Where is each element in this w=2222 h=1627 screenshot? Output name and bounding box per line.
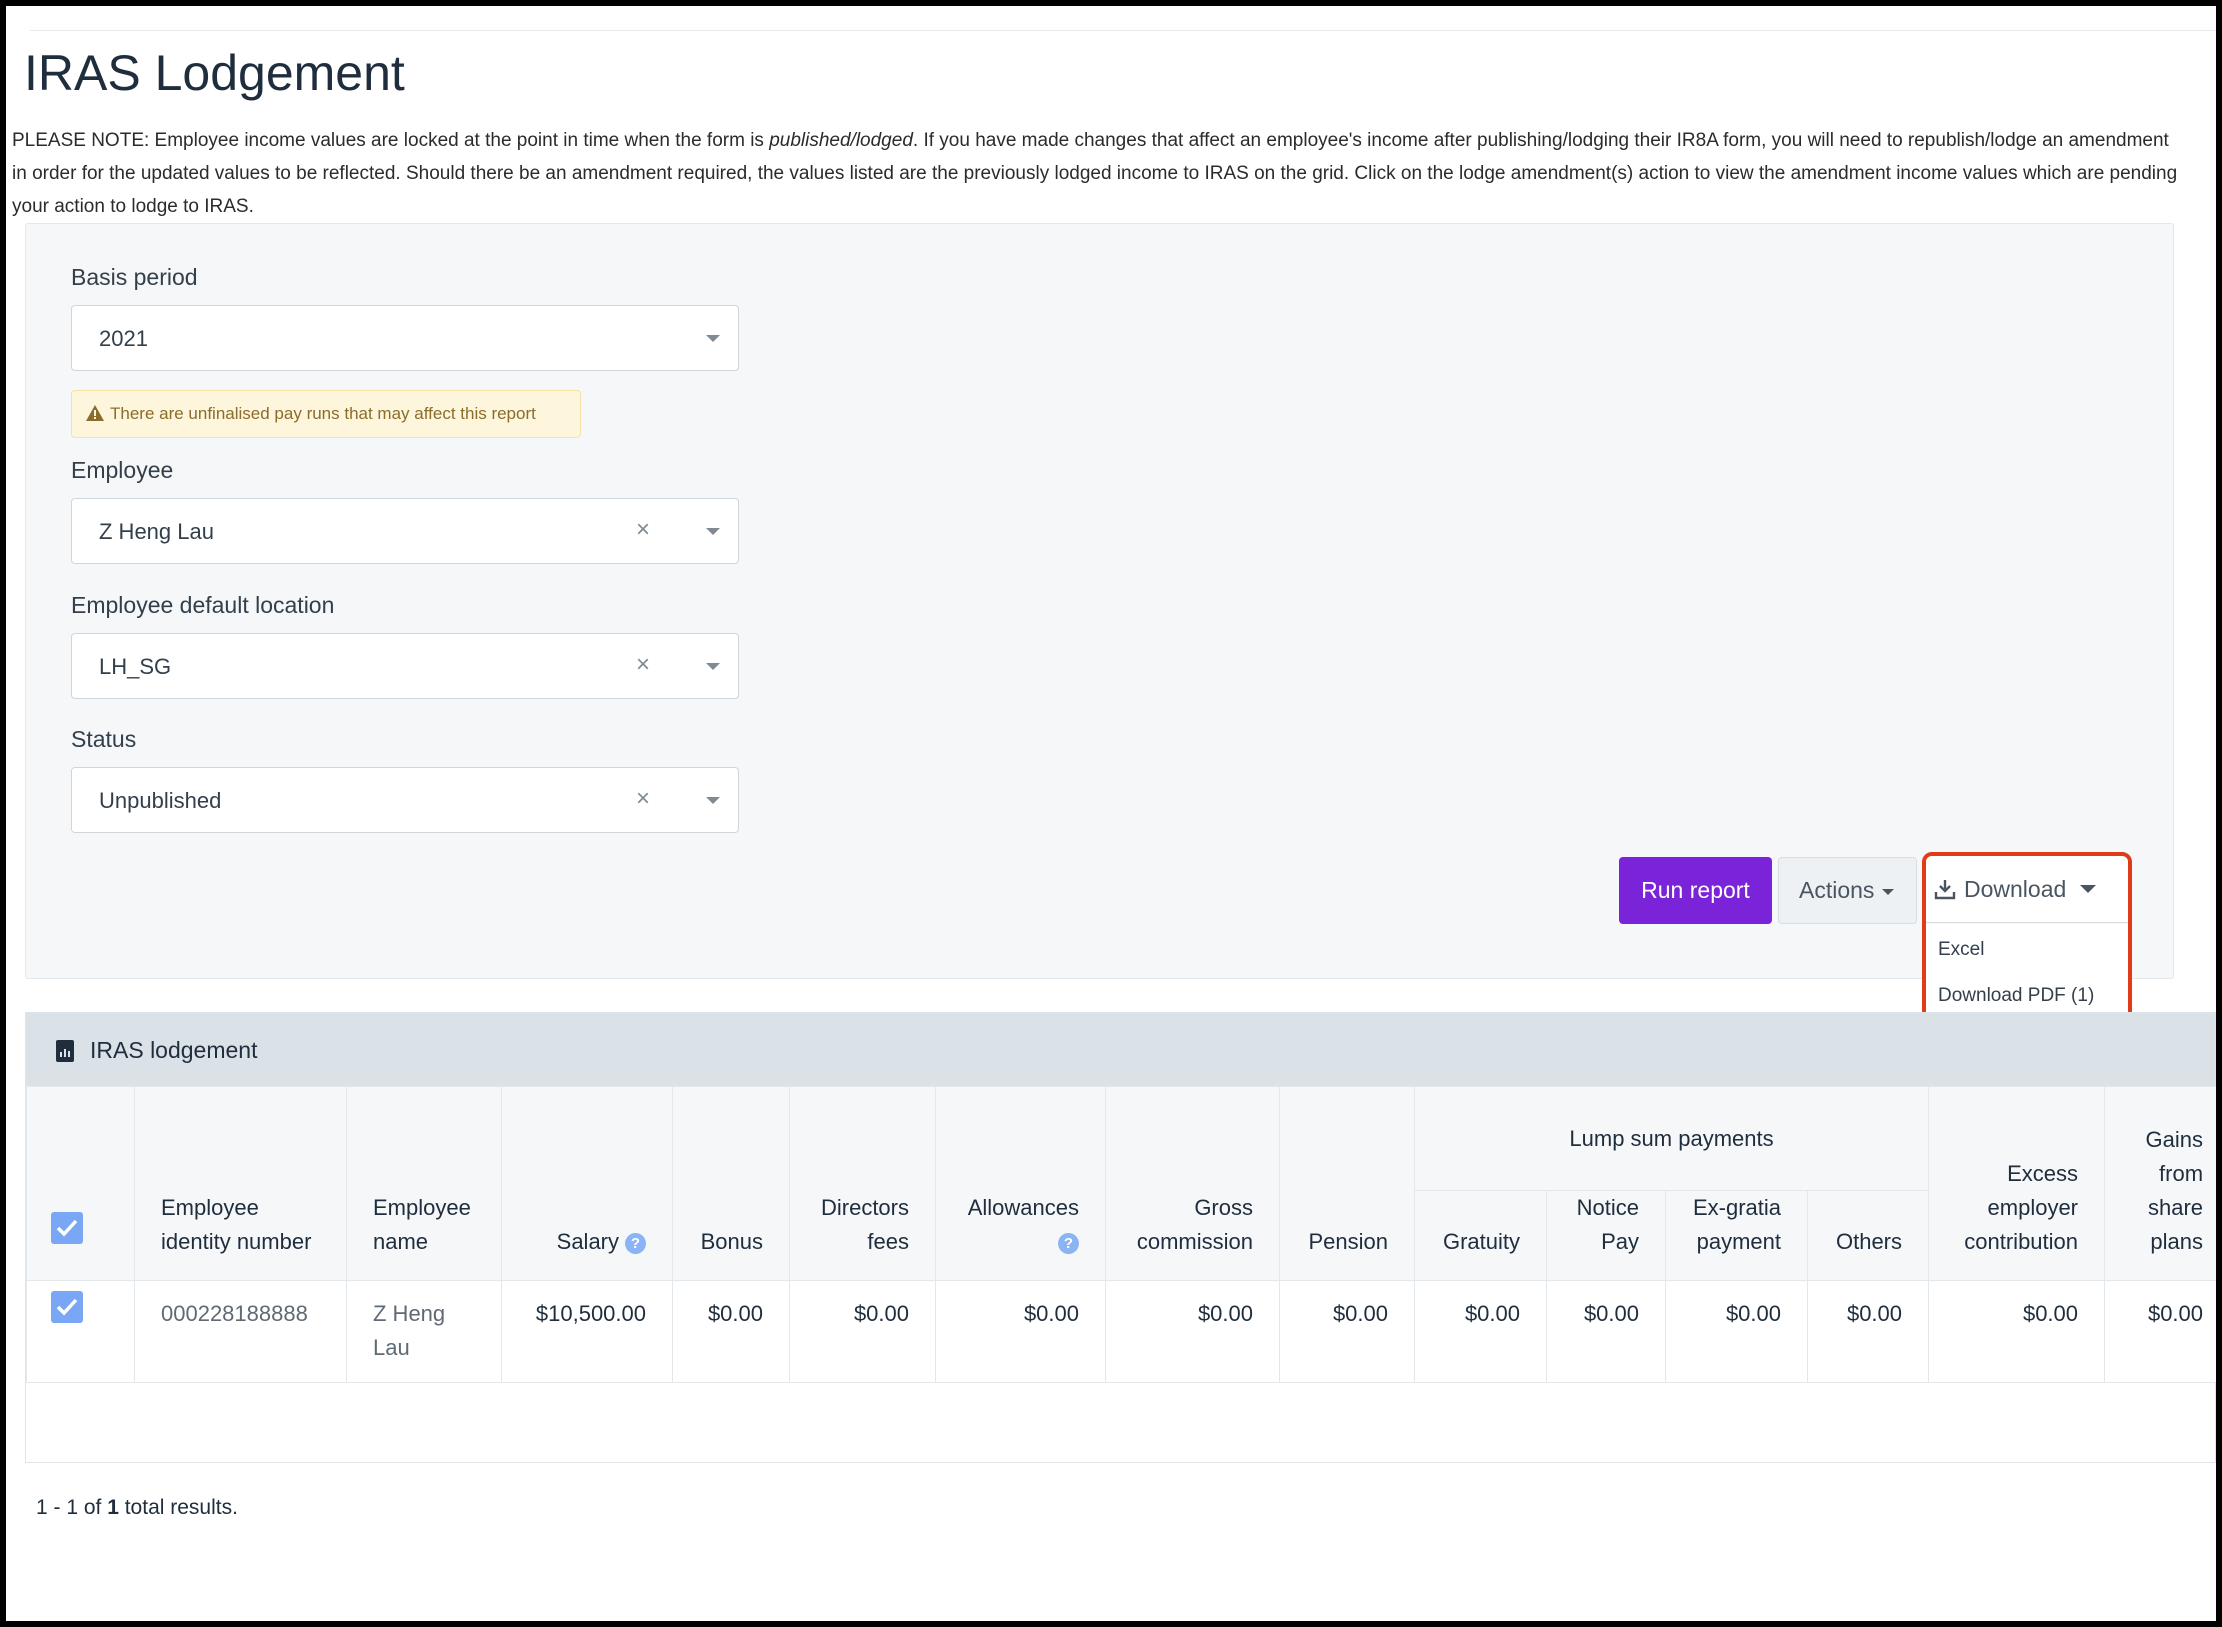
select-all-checkbox[interactable] bbox=[51, 1212, 83, 1244]
column-header-allowances[interactable]: Allowances? bbox=[935, 1086, 1106, 1281]
column-header-salary[interactable]: Salary? bbox=[501, 1086, 673, 1281]
chevron-down-icon bbox=[1882, 889, 1895, 895]
column-header-pension[interactable]: Pension bbox=[1279, 1086, 1415, 1281]
page-title: IRAS Lodgement bbox=[24, 45, 405, 101]
column-header-excess-employer-contribution[interactable]: Excess employer contribution bbox=[1928, 1086, 2106, 1281]
cell-bonus: $0.00 bbox=[672, 1280, 790, 1383]
cell-others: $0.00 bbox=[1806, 1280, 1930, 1383]
employee-value: Z Heng Lau bbox=[99, 519, 214, 544]
download-icon bbox=[1934, 879, 1956, 899]
salary-label: Salary bbox=[556, 1229, 619, 1254]
cell-gratuity: $0.00 bbox=[1414, 1280, 1547, 1383]
menu-item-excel[interactable]: Excel bbox=[1938, 939, 1984, 961]
column-header-ex-gratia[interactable]: Ex-gratia payment bbox=[1665, 1190, 1808, 1281]
status-value: Unpublished bbox=[99, 788, 222, 813]
notice-italic: published/lodged bbox=[769, 130, 913, 151]
table-row: 000228188888 Z Heng Lau $10,500.00 $0.00… bbox=[26, 1280, 2216, 1383]
warning-text: There are unfinalised pay runs that may … bbox=[110, 404, 536, 423]
filter-panel: Basis period 2021 There are unfinalised … bbox=[25, 223, 2174, 979]
column-group-lump-sum: Lump sum payments bbox=[1413, 1086, 1930, 1191]
help-icon[interactable]: ? bbox=[625, 1233, 646, 1254]
cell-id: 000228188888 bbox=[134, 1280, 347, 1383]
clear-icon[interactable]: × bbox=[636, 516, 650, 544]
select-all-cell bbox=[26, 1086, 135, 1281]
row-select-cell bbox=[26, 1280, 135, 1383]
cell-directors-fees: $0.00 bbox=[789, 1280, 936, 1383]
menu-item-download-pdf[interactable]: Download PDF (1) bbox=[1938, 985, 2094, 1007]
report-icon bbox=[56, 1040, 74, 1062]
report-title: IRAS lodgement bbox=[90, 1037, 258, 1063]
warning-icon bbox=[86, 405, 104, 421]
column-header-bonus[interactable]: Bonus bbox=[672, 1086, 790, 1281]
chevron-down-icon bbox=[706, 797, 720, 804]
results-suffix: total results. bbox=[118, 1496, 238, 1519]
cell-salary: $10,500.00 bbox=[501, 1280, 673, 1383]
location-value: LH_SG bbox=[99, 654, 172, 679]
app-frame: IRAS Lodgement PLEASE NOTE: Employee inc… bbox=[6, 6, 2216, 1621]
actions-label: Actions bbox=[1799, 877, 1875, 903]
column-header-directors-fees[interactable]: Directors fees bbox=[789, 1086, 936, 1281]
help-icon[interactable]: ? bbox=[1058, 1233, 1079, 1254]
cell-ex-gratia: $0.00 bbox=[1665, 1280, 1808, 1383]
notice-text: PLEASE NOTE: Employee income values are … bbox=[12, 124, 2182, 223]
employee-label: Employee bbox=[71, 457, 174, 483]
column-header-id[interactable]: Employee identity number bbox=[134, 1086, 347, 1281]
status-select[interactable]: Unpublished × bbox=[71, 767, 739, 833]
clear-icon[interactable]: × bbox=[636, 651, 650, 679]
column-header-notice-pay[interactable]: Notice Pay bbox=[1546, 1190, 1666, 1281]
column-header-gratuity[interactable]: Gratuity bbox=[1414, 1190, 1547, 1281]
unfinalised-warning: There are unfinalised pay runs that may … bbox=[71, 390, 581, 438]
cell-excess-employer-contribution: $0.00 bbox=[1928, 1280, 2106, 1383]
clear-icon[interactable]: × bbox=[636, 785, 650, 813]
location-label: Employee default location bbox=[71, 592, 335, 618]
location-select[interactable]: LH_SG × bbox=[71, 633, 739, 699]
top-divider bbox=[30, 30, 2216, 31]
chevron-down-icon bbox=[706, 528, 720, 535]
allowances-label: Allowances bbox=[967, 1195, 1079, 1220]
cell-pension: $0.00 bbox=[1279, 1280, 1415, 1383]
column-header-gross-commission[interactable]: Gross commission bbox=[1105, 1086, 1280, 1281]
column-header-others[interactable]: Others bbox=[1806, 1190, 1930, 1281]
chevron-down-icon bbox=[706, 663, 720, 670]
results-prefix: 1 - 1 of bbox=[36, 1496, 108, 1519]
cell-gains-share-plans: $0.00 bbox=[2104, 1280, 2216, 1383]
column-header-name[interactable]: Employee name bbox=[346, 1086, 502, 1281]
status-label: Status bbox=[71, 726, 137, 752]
report-card: IRAS lodgement Employee identity number … bbox=[25, 1012, 2216, 1463]
chevron-down-icon bbox=[706, 335, 720, 342]
cell-allowances: $0.00 bbox=[935, 1280, 1106, 1383]
actions-button[interactable]: Actions bbox=[1778, 857, 1917, 924]
run-report-button[interactable]: Run report bbox=[1619, 857, 1772, 924]
column-header-gains-share-plans[interactable]: Gains from share plans bbox=[2104, 1086, 2216, 1281]
results-count: 1 - 1 of 1 total results. bbox=[36, 1496, 238, 1520]
notice-prefix: PLEASE NOTE: Employee income values are … bbox=[12, 130, 770, 151]
chevron-down-icon bbox=[2080, 884, 2097, 893]
cell-name: Z Heng Lau bbox=[346, 1280, 502, 1383]
report-table: Employee identity number Employee name S… bbox=[26, 1086, 2216, 1383]
cell-gross-commission: $0.00 bbox=[1105, 1280, 1280, 1383]
employee-select[interactable]: Z Heng Lau × bbox=[71, 498, 739, 564]
basis-period-value: 2021 bbox=[99, 326, 148, 351]
download-label: Download bbox=[1964, 875, 2067, 902]
results-total: 1 bbox=[107, 1496, 119, 1519]
report-header: IRAS lodgement bbox=[26, 1013, 2215, 1086]
row-checkbox[interactable] bbox=[51, 1291, 83, 1323]
basis-period-select[interactable]: 2021 bbox=[71, 305, 739, 371]
basis-period-label: Basis period bbox=[71, 264, 198, 290]
cell-notice-pay: $0.00 bbox=[1546, 1280, 1666, 1383]
download-button[interactable]: Download bbox=[1926, 856, 2128, 923]
